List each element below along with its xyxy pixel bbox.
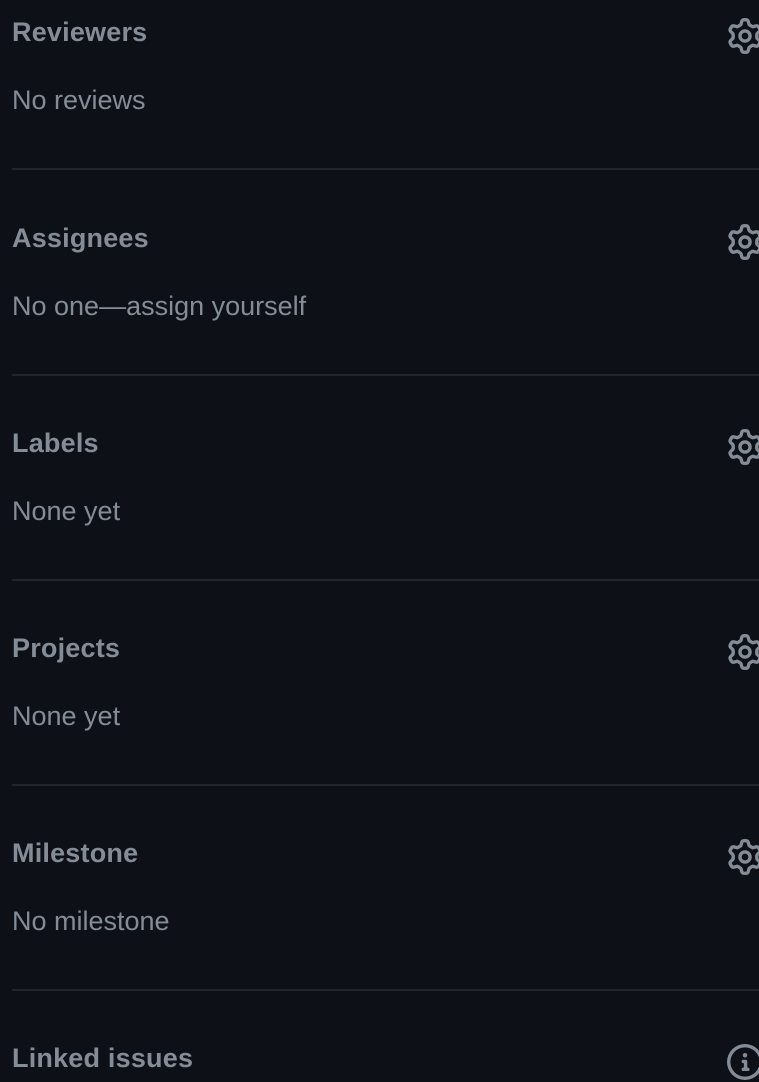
assignees-value[interactable]: No one—assign yourself — [12, 290, 306, 322]
assignees-title: Assignees — [12, 223, 149, 253]
assignees-header[interactable]: Assignees — [12, 210, 759, 260]
linked-issues-header: Linked issues — [12, 1030, 759, 1080]
projects-header[interactable]: Projects — [12, 620, 759, 670]
milestone-title: Milestone — [12, 838, 139, 868]
divider — [12, 989, 759, 991]
gear-icon[interactable] — [725, 427, 759, 467]
reviewers-header[interactable]: Reviewers — [12, 4, 759, 54]
labels-value: None yet — [12, 496, 121, 526]
gear-icon[interactable] — [725, 16, 759, 56]
projects-title: Projects — [12, 633, 121, 663]
reviewers-title: Reviewers — [12, 17, 148, 47]
linked-issues-title: Linked issues — [12, 1043, 194, 1073]
divider — [12, 784, 759, 786]
projects-value: None yet — [12, 701, 121, 731]
pull-request-sidebar: Reviewers No reviews Assignees No one—as… — [0, 0, 759, 1082]
gear-icon[interactable] — [725, 222, 759, 262]
gear-icon[interactable] — [725, 837, 759, 877]
divider — [12, 168, 759, 170]
labels-title: Labels — [12, 428, 99, 458]
gear-icon[interactable] — [725, 632, 759, 672]
labels-header[interactable]: Labels — [12, 415, 759, 465]
divider — [12, 579, 759, 581]
info-icon[interactable] — [725, 1042, 759, 1082]
milestone-header[interactable]: Milestone — [12, 825, 759, 875]
reviewers-value: No reviews — [12, 85, 146, 115]
divider — [12, 374, 759, 376]
milestone-value: No milestone — [12, 906, 170, 936]
